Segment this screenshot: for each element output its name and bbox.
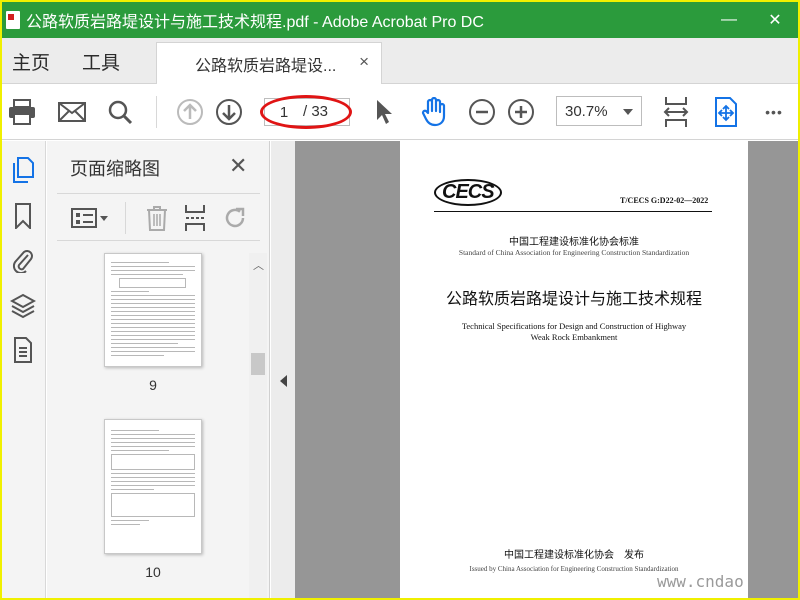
paperclip-icon	[12, 250, 33, 273]
document-title-cn: 公路软质岩路堤设计与施工技术规程	[445, 289, 702, 308]
page-thumbnails-button[interactable]	[10, 157, 36, 183]
hand-icon	[421, 97, 446, 127]
email-button[interactable]	[56, 96, 88, 128]
minimize-button[interactable]: —	[706, 2, 752, 38]
thumbnail-page-10[interactable]	[104, 419, 202, 554]
thumbnails-panel: 页面缩略图 ✕ 9 10 ︿	[47, 141, 270, 598]
page-total-label: / 33	[303, 103, 329, 120]
thumbnails-panel-title: 页面缩略图	[70, 159, 160, 179]
document-title-en: Technical Specifications for Design and …	[400, 321, 748, 343]
arrow-up-circle-icon	[177, 99, 203, 125]
issuer-cn: 中国工程建设标准化协会 发布	[504, 550, 644, 561]
app-window: 公路软质岩路堤设计与施工技术规程.pdf - Adobe Acrobat Pro…	[2, 2, 798, 598]
layers-icon	[10, 293, 36, 319]
previous-page-button[interactable]	[174, 96, 206, 128]
printer-icon	[9, 99, 35, 125]
layers-button[interactable]	[10, 293, 36, 319]
thumbnails-scrollbar[interactable]: ︿	[249, 253, 267, 598]
hand-tool-button[interactable]	[418, 96, 450, 128]
chevron-down-icon	[623, 109, 633, 115]
list-options-icon	[71, 208, 108, 228]
document-title-en-line1: Technical Specifications for Design and …	[461, 321, 687, 331]
close-panel-icon[interactable]: ✕	[229, 153, 247, 179]
insert-page-icon	[185, 205, 205, 231]
page-number-box: / 33	[264, 98, 350, 126]
bookmark-icon	[15, 203, 31, 229]
envelope-icon	[58, 102, 86, 122]
search-icon	[108, 100, 133, 125]
home-tab[interactable]: 主页	[12, 48, 50, 75]
rotate-icon	[225, 207, 245, 228]
thumbnail-page-9[interactable]	[104, 253, 202, 367]
zoom-in-button[interactable]	[505, 96, 537, 128]
close-window-button[interactable]: ✕	[752, 2, 798, 38]
standard-number: T/CECS G:D22-02—2022	[620, 196, 709, 205]
options-menu-button[interactable]	[69, 204, 113, 232]
cursor-arrow-icon	[377, 100, 392, 124]
pdf-page: CECS T/CECS G:D22-02—2022 中国工程建设标准化协会标准 …	[400, 141, 748, 598]
acrobat-app-icon	[6, 11, 20, 29]
next-page-button[interactable]	[213, 96, 245, 128]
header-rule	[434, 211, 712, 212]
collapse-panel-icon[interactable]	[280, 375, 287, 387]
document-tab-label: 公路软质岩路堤设...	[195, 57, 337, 75]
menu-bar: 主页 工具 公路软质岩路堤设... ×	[2, 38, 798, 84]
insert-page-button[interactable]	[181, 204, 209, 232]
title-bar: 公路软质岩路堤设计与施工技术规程.pdf - Adobe Acrobat Pro…	[2, 2, 798, 38]
bookmarks-button[interactable]	[10, 203, 36, 229]
zoom-level-value: 30.7%	[565, 103, 608, 120]
trash-icon	[147, 206, 167, 231]
cecs-logo: CECS	[434, 179, 502, 206]
fit-width-icon	[663, 97, 689, 127]
more-tools-button[interactable]: •••	[758, 96, 790, 128]
window-controls: — ✕	[706, 2, 798, 38]
toolbar-separator	[156, 96, 157, 128]
tools-tab[interactable]: 工具	[82, 48, 120, 75]
panel-toolbar-separator	[125, 202, 126, 234]
document-title-en-line2: Weak Rock Embankment	[530, 332, 618, 342]
zoom-out-button[interactable]	[466, 96, 498, 128]
thumbnail-label: 10	[145, 564, 161, 580]
content-button[interactable]	[10, 337, 36, 363]
arrow-down-circle-icon	[216, 99, 242, 125]
plus-circle-icon	[508, 99, 534, 125]
thumbnails-icon	[13, 157, 34, 183]
attachments-button[interactable]	[10, 247, 36, 273]
search-button[interactable]	[104, 96, 136, 128]
page-number-input[interactable]	[269, 101, 299, 123]
association-standard-cn: 中国工程建设标准化协会标准	[509, 237, 639, 248]
association-standard-en: Standard of China Association for Engine…	[458, 248, 690, 257]
rotate-page-button[interactable]	[221, 204, 249, 232]
navigation-rail	[2, 141, 46, 598]
document-view: CECS T/CECS G:D22-02—2022 中国工程建设标准化协会标准 …	[271, 141, 798, 598]
minus-circle-icon	[469, 99, 495, 125]
scrollbar-thumb[interactable]	[251, 353, 265, 375]
thumbnails-toolbar	[57, 193, 260, 241]
close-tab-icon[interactable]: ×	[359, 52, 369, 72]
document-lines-icon	[14, 337, 32, 363]
print-button[interactable]	[6, 96, 38, 128]
zoom-level-dropdown[interactable]: 30.7%	[556, 96, 642, 126]
document-tab[interactable]: 公路软质岩路堤设... ×	[156, 42, 382, 84]
fit-page-button[interactable]	[660, 96, 692, 128]
scroll-mode-button[interactable]	[710, 96, 742, 128]
thumbnail-label: 9	[149, 377, 157, 393]
page-navigate-icon	[715, 97, 737, 127]
window-title: 公路软质岩路堤设计与施工技术规程.pdf - Adobe Acrobat Pro…	[26, 14, 484, 31]
main-toolbar: / 33 30.7% •••	[2, 84, 798, 140]
delete-page-button[interactable]	[143, 204, 171, 232]
select-tool-button[interactable]	[368, 96, 400, 128]
chevron-up-icon[interactable]: ︿	[253, 257, 264, 273]
panel-collapse-strip[interactable]	[271, 141, 295, 598]
watermark: www.cndao	[657, 572, 744, 591]
